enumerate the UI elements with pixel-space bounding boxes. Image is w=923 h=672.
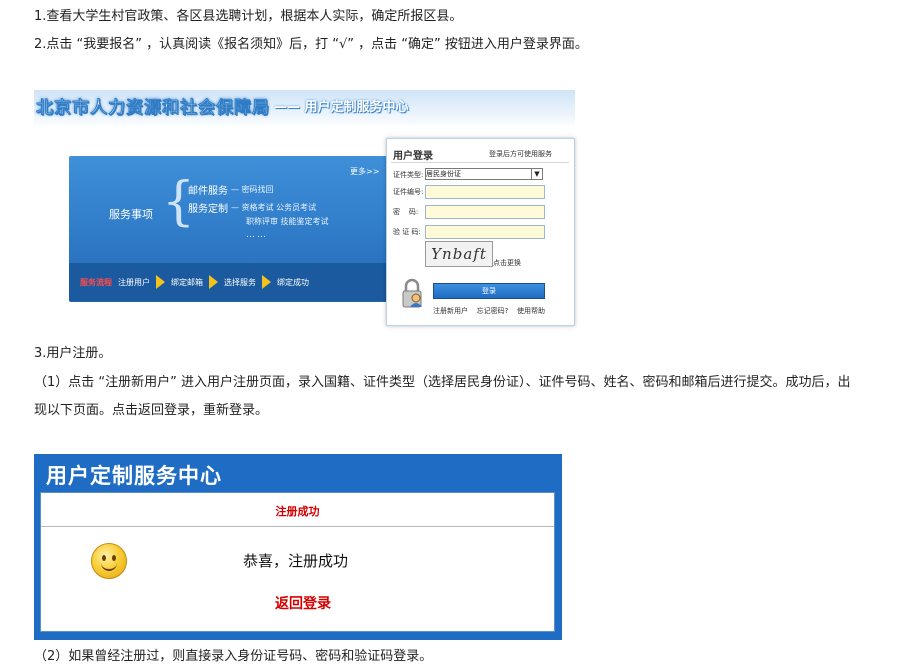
flow-step-done: 绑定成功 [277, 277, 309, 287]
help-link[interactable]: 使用帮助 [517, 306, 545, 316]
portal-subtitle: —— 用户定制服务中心 [274, 100, 409, 115]
back-to-login-link[interactable]: 返回登录 [275, 593, 331, 613]
flow-step-bind-email: 绑定邮箱 [171, 277, 203, 287]
password-label: 密 码: [393, 208, 419, 216]
step-3-2-text: （2）如果曾经注册过，则直接录入身份证号码、密码和验证码登录。 [34, 649, 433, 664]
portal-title: 北京市人力资源和社会保障局 [36, 98, 270, 118]
success-header: 注册成功 [275, 505, 320, 518]
portal-banner: 北京市人力资源和社会保障局 —— 用户定制服务中心 [34, 90, 575, 128]
step-1-text: 1.查看大学生村官政策、各区县选聘计划，根据本人实际，确定所报区县。 [34, 9, 463, 24]
arrow-right-icon [156, 275, 165, 289]
register-success-screenshot: 用户定制服务中心 注册成功 恭喜，注册成功 返回登录 [34, 454, 562, 640]
registration-flow: 服务流程 注册用户 绑定邮箱 选择服务 绑定成功 [80, 274, 309, 290]
captcha-input[interactable] [425, 225, 545, 239]
password-input[interactable] [425, 205, 545, 219]
services-label: 服务事项 [109, 208, 153, 221]
login-portal-screenshot: 北京市人力资源和社会保障局 —— 用户定制服务中心 更多>> 服务事项 { 邮件… [34, 90, 575, 332]
divider [41, 526, 554, 527]
success-card: 注册成功 恭喜，注册成功 返回登录 [40, 492, 555, 632]
custom-service-detail-1: — 资格考试 公务员考试 [231, 203, 317, 212]
custom-service-detail-2: 职称评审 技能鉴定考试 [246, 217, 329, 226]
divider [391, 162, 569, 163]
arrow-right-icon [209, 275, 218, 289]
more-services-ellipsis: …… [246, 230, 268, 240]
mail-service-link[interactable]: 邮件服务 [188, 182, 228, 197]
lock-user-icon [402, 278, 422, 308]
custom-service-link[interactable]: 服务定制 [188, 200, 228, 215]
register-link[interactable]: 注册新用户 [433, 306, 468, 316]
flow-step-title: 服务流程 [80, 277, 112, 287]
success-message: 恭喜，注册成功 [243, 552, 349, 570]
id-type-label: 证件类型: [393, 171, 424, 179]
mail-service-detail: — 密码找回 [231, 185, 274, 194]
captcha-label: 验 证 码: [393, 228, 421, 236]
id-type-select[interactable]: 居民身份证 ▼ [425, 168, 543, 180]
captcha-image[interactable]: Ynbaft [425, 241, 493, 267]
flow-step-choose-service: 选择服务 [224, 277, 256, 287]
smiley-icon [91, 543, 127, 579]
step-3-1-text: （1）点击 “注册新用户” 进入用户注册页面，录入国籍、证件类型（选择居民身份证… [34, 375, 851, 390]
id-type-value: 居民身份证 [426, 170, 461, 178]
login-box: 用户登录 登录后方可使用服务 证件类型: 居民身份证 ▼ 证件编号: 密 码: … [386, 138, 575, 326]
step-2-text: 2.点击 “我要报名” ，认真阅读《报名须知》后，打 “√” ，点击 “确定” … [34, 37, 588, 52]
login-heading: 用户登录 [393, 151, 433, 162]
login-links: 注册新用户 忘记密码? 使用帮助 [433, 306, 545, 316]
step-3-text: 3.用户注册。 [34, 346, 112, 361]
id-number-input[interactable] [425, 185, 545, 199]
forgot-password-link[interactable]: 忘记密码? [477, 306, 509, 316]
login-hint: 登录后方可使用服务 [489, 150, 552, 158]
arrow-right-icon [262, 275, 271, 289]
login-button[interactable]: 登录 [433, 283, 545, 299]
step-3-1-text-cont: 现以下页面。点击返回登录，重新登录。 [34, 403, 269, 418]
id-number-label: 证件编号: [393, 188, 424, 196]
more-link[interactable]: 更多>> [350, 166, 379, 177]
refresh-captcha-link[interactable]: 点击更换 [493, 258, 521, 268]
service-center-title: 用户定制服务中心 [46, 464, 222, 488]
flow-step-register: 注册用户 [118, 277, 150, 287]
chevron-down-icon: ▼ [531, 169, 542, 179]
